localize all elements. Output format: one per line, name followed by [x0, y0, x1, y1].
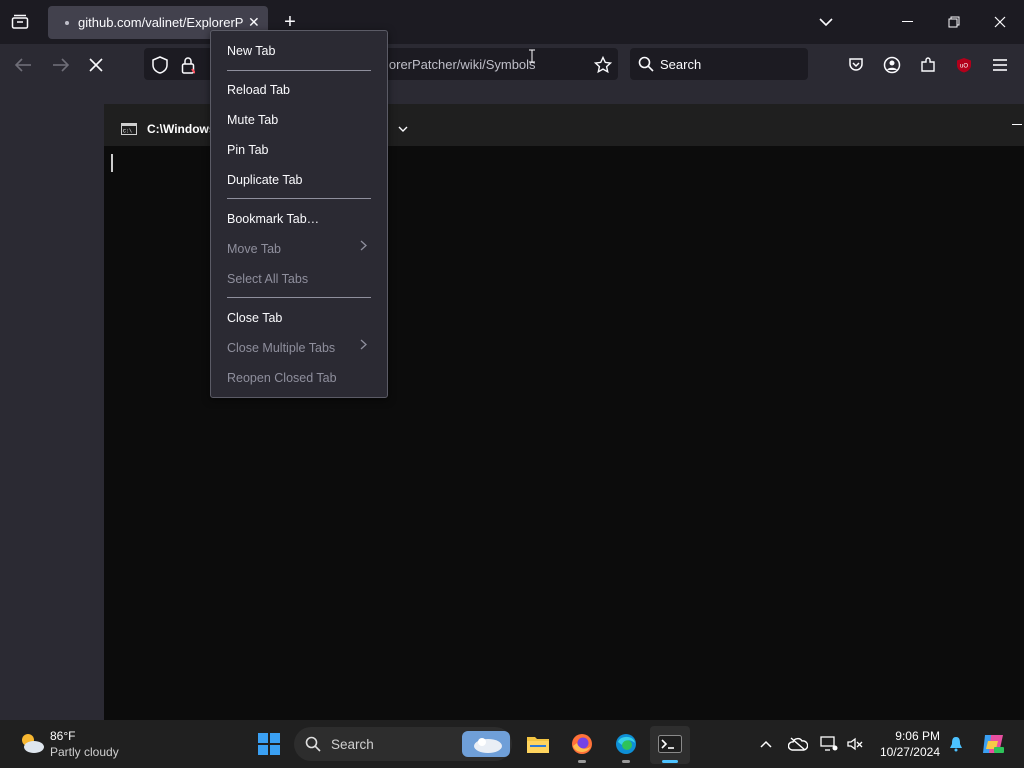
search-input[interactable]: Search: [660, 57, 701, 72]
weather-description[interactable]: Partly cloudy: [50, 745, 119, 759]
menu-item-select-all-tabs[interactable]: Select All Tabs: [227, 272, 308, 286]
terminal-minimize-icon[interactable]: [1010, 118, 1024, 132]
menu-separator: [227, 198, 371, 199]
svg-text:C:\: C:\: [123, 129, 132, 135]
notification-bell-icon[interactable]: [948, 736, 964, 752]
tab-list-icon[interactable]: [10, 12, 30, 32]
account-icon[interactable]: [882, 55, 902, 75]
minimize-icon[interactable]: [898, 12, 918, 32]
stop-loading-icon[interactable]: [86, 55, 106, 75]
search-highlight-image-icon: [462, 731, 510, 757]
browser-tab-title: github.com/valinet/ExplorerPatcher/wiki/…: [78, 15, 244, 30]
file-explorer-icon[interactable]: [526, 732, 550, 756]
extensions-puzzle-icon[interactable]: [918, 55, 938, 75]
menu-item-duplicate-tab[interactable]: Duplicate Tab: [227, 173, 303, 187]
windows-start-icon[interactable]: [257, 732, 281, 756]
taskbar-search-input[interactable]: Search: [331, 737, 374, 752]
cmd-prompt-icon: C:\: [120, 122, 138, 136]
network-icon[interactable]: [820, 736, 838, 752]
menu-item-mute-tab[interactable]: Mute Tab: [227, 113, 278, 127]
tab-context-menu: New Tab Reload Tab Mute Tab Pin Tab Dupl…: [210, 30, 388, 398]
weather-temperature[interactable]: 86°F: [50, 729, 75, 743]
submenu-chevron-right-icon: [360, 240, 367, 254]
list-all-tabs-chevron-icon[interactable]: [816, 12, 836, 32]
new-tab-plus-icon[interactable]: +: [280, 11, 300, 33]
clock-time[interactable]: 9:06 PM: [880, 729, 940, 743]
onedrive-icon[interactable]: [788, 736, 808, 752]
taskbar-search-icon: [304, 735, 322, 753]
volume-muted-icon[interactable]: [846, 736, 864, 752]
restore-icon[interactable]: [944, 12, 964, 32]
submenu-chevron-right-icon: [360, 339, 367, 353]
hamburger-menu-icon[interactable]: [990, 55, 1010, 75]
window-close-icon[interactable]: [990, 12, 1010, 32]
ublock-origin-icon[interactable]: uO: [954, 55, 974, 75]
search-bar[interactable]: [630, 48, 808, 80]
weather-partly-cloudy-icon[interactable]: [18, 730, 46, 756]
terminal-icon[interactable]: [658, 734, 682, 754]
menu-item-reopen-closed-tab[interactable]: Reopen Closed Tab: [227, 371, 337, 385]
back-arrow-icon[interactable]: [14, 55, 32, 75]
terminal-tab-title[interactable]: C:\Windows: [147, 122, 216, 136]
svg-text:uO: uO: [960, 64, 968, 70]
text-cursor: [111, 154, 113, 172]
menu-item-pin-tab[interactable]: Pin Tab: [227, 143, 268, 157]
forward-arrow-icon[interactable]: [51, 55, 71, 75]
running-indicator: [578, 760, 586, 763]
menu-item-new-tab[interactable]: New Tab: [227, 44, 275, 58]
url-text: lorerPatcher/wiki/Symbols: [386, 57, 536, 72]
copilot-icon[interactable]: [980, 732, 1006, 756]
active-indicator: [662, 760, 678, 763]
running-indicator: [622, 760, 630, 763]
insecure-lock-icon[interactable]: [178, 55, 198, 75]
menu-item-move-tab[interactable]: Move Tab: [227, 242, 281, 256]
menu-item-bookmark-tab[interactable]: Bookmark Tab…: [227, 212, 319, 226]
edge-icon[interactable]: [614, 732, 638, 756]
tracking-protection-shield-icon[interactable]: [150, 55, 170, 75]
terminal-dropdown-chevron-icon[interactable]: [396, 122, 410, 136]
menu-item-close-tab[interactable]: Close Tab: [227, 311, 282, 325]
pocket-icon[interactable]: [846, 55, 866, 75]
taskbar: [0, 720, 1024, 768]
clock-date[interactable]: 10/27/2024: [872, 745, 940, 759]
menu-separator: [227, 297, 371, 298]
ibeam-cursor-icon: [527, 48, 537, 64]
close-icon[interactable]: ✕: [248, 14, 260, 31]
menu-item-reload-tab[interactable]: Reload Tab: [227, 83, 290, 97]
search-icon: [637, 55, 655, 73]
firefox-icon[interactable]: [570, 732, 594, 756]
menu-item-close-multiple-tabs[interactable]: Close Multiple Tabs: [227, 341, 335, 355]
loading-dot-icon: [65, 20, 69, 25]
menu-separator: [227, 70, 371, 71]
chevron-up-icon[interactable]: [758, 736, 774, 752]
bookmark-star-icon[interactable]: [593, 55, 613, 75]
